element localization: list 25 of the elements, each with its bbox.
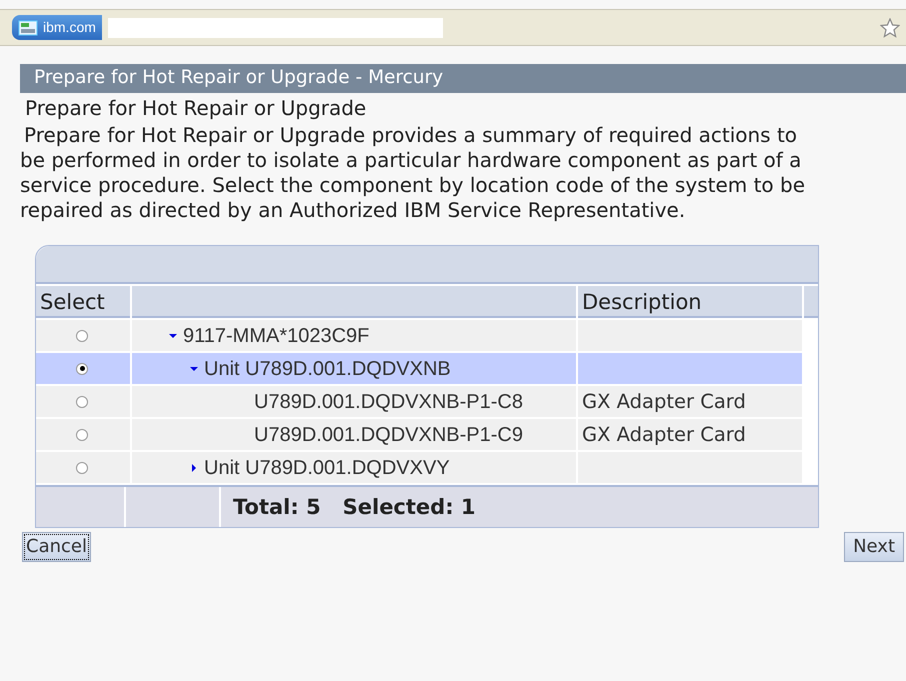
tree-cell[interactable]: 9117-MMA*1023C9F	[132, 320, 576, 351]
table-footer: Total: 5 Selected: 1	[221, 487, 818, 527]
star-icon[interactable]	[880, 18, 900, 38]
tree-cell[interactable]: Unit U789D.001.DQDVXNB	[132, 353, 576, 384]
radio-button[interactable]	[76, 330, 88, 342]
table-cell: GX Adapter Card	[578, 419, 802, 450]
next-button[interactable]: Next	[844, 532, 904, 562]
column-header: Description	[578, 286, 802, 318]
collapsed-triangle-icon[interactable]	[189, 462, 199, 472]
description-text: Prepare for Hot Repair or Upgrade provides a summary of required actions to be performed in order to isolate a particular hardware component as part of a service procedure. Select the component by location code of the system to be repaired as directed by an Authorized IBM Service Representative.	[20, 123, 806, 223]
radio-button[interactable]	[76, 462, 88, 474]
tree-cell[interactable]: Unit U789D.001.DQDVXVY	[132, 452, 576, 483]
tree-cell[interactable]: U789D.001.DQDVXNB-P1-C8	[132, 386, 576, 417]
radio-button[interactable]	[76, 396, 88, 408]
cancel-button[interactable]: Cancel	[22, 532, 91, 562]
site-icon	[18, 20, 38, 36]
table-cell: GX Adapter Card	[578, 386, 802, 417]
radio-button[interactable]	[76, 428, 88, 440]
column-header: Select	[36, 286, 130, 318]
site-identity-button[interactable]: ibm.com	[12, 15, 102, 40]
url-field[interactable]	[108, 18, 443, 38]
tree-cell[interactable]: U789D.001.DQDVXNB-P1-C9	[132, 419, 576, 450]
panel-heading: Prepare for Hot Repair or Upgrade	[25, 95, 368, 121]
panel-title: Prepare for Hot Repair or Upgrade - Mercury	[20, 64, 906, 93]
radio-button[interactable]	[76, 362, 88, 374]
